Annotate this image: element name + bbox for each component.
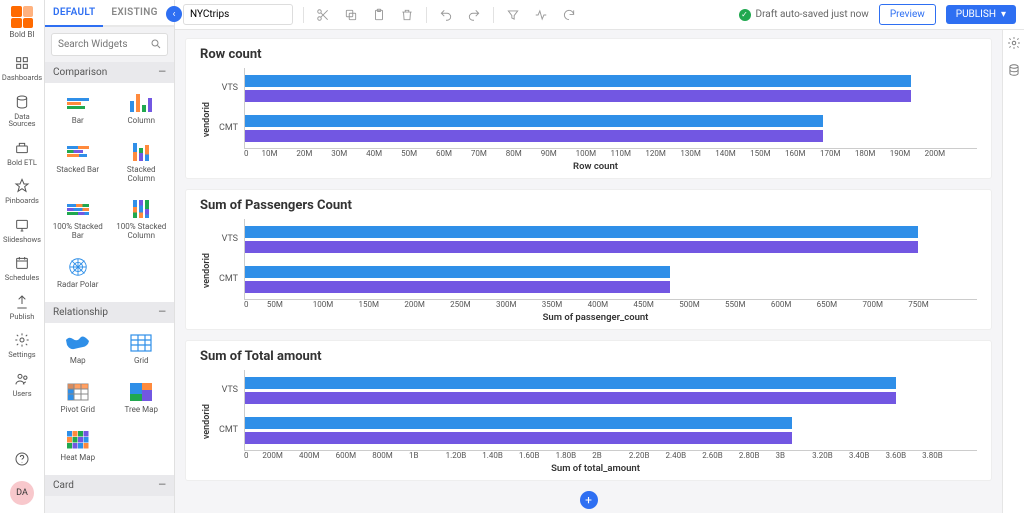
avatar[interactable]: DA bbox=[10, 481, 34, 505]
properties-icon[interactable] bbox=[1007, 36, 1021, 53]
collapse-icon: — bbox=[158, 480, 166, 491]
widget-stacked-bar[interactable]: Stacked Bar bbox=[47, 136, 109, 192]
y-axis-label: vendorid bbox=[200, 253, 214, 288]
x-axis-label: Sum of passenger_count bbox=[214, 312, 977, 323]
bar-series-1 bbox=[245, 115, 823, 127]
tab-default[interactable]: DEFAULT bbox=[45, 0, 103, 27]
widget-panel: DEFAULT EXISTING ‹ Comparison— BarColumnS… bbox=[45, 0, 175, 513]
nav-dashboards[interactable]: Dashboards bbox=[0, 49, 44, 88]
nav-users[interactable]: Users bbox=[0, 365, 44, 404]
widget-map[interactable]: Map bbox=[47, 327, 109, 374]
bar-series-1 bbox=[245, 266, 670, 278]
filter-icon[interactable] bbox=[504, 6, 522, 24]
y-axis-label: vendorid bbox=[200, 102, 214, 137]
chart-title: Sum of Passengers Count bbox=[200, 198, 977, 213]
collapse-icon: — bbox=[158, 307, 166, 318]
chart-row: VTS bbox=[214, 68, 977, 108]
toolbar: ✓ Draft auto-saved just now Preview PUBL… bbox=[175, 0, 1024, 30]
chart-card-1[interactable]: Sum of Passengers Count vendorid VTS CMT… bbox=[185, 189, 992, 330]
widget-column[interactable]: Column bbox=[111, 87, 173, 134]
chart-title: Row count bbox=[200, 47, 977, 62]
paste-icon[interactable] bbox=[370, 6, 388, 24]
theme-icon[interactable] bbox=[532, 6, 550, 24]
cut-icon[interactable] bbox=[314, 6, 332, 24]
right-rail bbox=[1002, 30, 1024, 513]
nav-rail: Bold BI DashboardsData SourcesBold ETLPi… bbox=[0, 0, 45, 513]
section-relationship[interactable]: Relationship— bbox=[45, 302, 174, 323]
panel-tabs: DEFAULT EXISTING ‹ bbox=[45, 0, 174, 27]
main-area: ✓ Draft auto-saved just now Preview PUBL… bbox=[175, 0, 1024, 513]
bar-series-2 bbox=[245, 392, 896, 404]
bar-series-2 bbox=[245, 432, 792, 444]
bar-series-2 bbox=[245, 281, 670, 293]
nav-settings[interactable]: Settings bbox=[0, 326, 44, 365]
x-axis-label: Sum of total_amount bbox=[214, 463, 977, 474]
search-icon[interactable] bbox=[150, 38, 162, 53]
nav-pinboards[interactable]: Pinboards bbox=[0, 172, 44, 211]
widget-100-stacked-bar[interactable]: 100% Stacked Bar bbox=[47, 193, 109, 249]
bar-series-2 bbox=[245, 241, 918, 253]
widget-search bbox=[51, 33, 168, 56]
help-button[interactable] bbox=[0, 445, 44, 473]
data-icon[interactable] bbox=[1007, 63, 1021, 80]
tab-existing[interactable]: EXISTING bbox=[103, 0, 165, 25]
x-axis-label: Row count bbox=[214, 161, 977, 172]
collapse-panel-icon[interactable]: ‹ bbox=[166, 6, 182, 22]
logo bbox=[11, 6, 33, 28]
section-comparison[interactable]: Comparison— bbox=[45, 62, 174, 83]
check-icon: ✓ bbox=[739, 9, 751, 21]
autosave-status: ✓ Draft auto-saved just now bbox=[739, 9, 869, 21]
bar-series-1 bbox=[245, 75, 911, 87]
widget-stacked-column[interactable]: Stacked Column bbox=[111, 136, 173, 192]
add-tab-button[interactable]: + bbox=[580, 491, 598, 509]
chart-row: VTS bbox=[214, 219, 977, 259]
widget-pivot-grid[interactable]: Pivot Grid bbox=[47, 376, 109, 423]
publish-label: PUBLISH bbox=[956, 9, 996, 20]
chart-card-2[interactable]: Sum of Total amount vendorid VTS CMT 020… bbox=[185, 340, 992, 481]
bar-series-1 bbox=[245, 226, 918, 238]
section-card[interactable]: Card— bbox=[45, 475, 174, 496]
nav-bold-etl[interactable]: Bold ETL bbox=[0, 134, 44, 173]
widget-bar[interactable]: Bar bbox=[47, 87, 109, 134]
widget-grid[interactable]: Grid bbox=[111, 327, 173, 374]
chevron-down-icon: ▾ bbox=[1001, 9, 1006, 20]
redo-icon[interactable] bbox=[465, 6, 483, 24]
widget-radar-polar[interactable]: Radar Polar bbox=[47, 251, 109, 298]
nav-slideshows[interactable]: Slideshows bbox=[0, 211, 44, 250]
dashboard-title-input[interactable] bbox=[183, 4, 293, 25]
widget-heat-map[interactable]: Heat Map bbox=[47, 424, 109, 471]
copy-icon[interactable] bbox=[342, 6, 360, 24]
chart-card-0[interactable]: Row count vendorid VTS CMT 010M20M30M40M… bbox=[185, 38, 992, 179]
bar-series-2 bbox=[245, 90, 911, 102]
preview-button[interactable]: Preview bbox=[879, 4, 936, 25]
delete-icon[interactable] bbox=[398, 6, 416, 24]
brand-label: Bold BI bbox=[9, 30, 34, 39]
collapse-icon: — bbox=[158, 67, 166, 78]
bar-series-1 bbox=[245, 377, 896, 389]
chart-row: CMT bbox=[214, 410, 977, 450]
nav-publish[interactable]: Publish bbox=[0, 288, 44, 327]
undo-icon[interactable] bbox=[437, 6, 455, 24]
status-text: Draft auto-saved just now bbox=[756, 9, 869, 20]
widget-100-stacked-column[interactable]: 100% Stacked Column bbox=[111, 193, 173, 249]
nav-data-sources[interactable]: Data Sources bbox=[0, 88, 44, 134]
y-axis-label: vendorid bbox=[200, 404, 214, 439]
x-axis-ticks: 0200M400M600M800M1B1.20B1.40B1.60B1.80B2… bbox=[244, 451, 977, 460]
chart-title: Sum of Total amount bbox=[200, 349, 977, 364]
canvas[interactable]: Row count vendorid VTS CMT 010M20M30M40M… bbox=[175, 30, 1002, 513]
widget-tree-map[interactable]: Tree Map bbox=[111, 376, 173, 423]
bar-series-1 bbox=[245, 417, 792, 429]
chart-row: CMT bbox=[214, 259, 977, 299]
publish-button[interactable]: PUBLISH ▾ bbox=[946, 5, 1016, 24]
x-axis-ticks: 050M100M150M200M250M300M350M400M450M500M… bbox=[244, 300, 977, 309]
chart-row: VTS bbox=[214, 370, 977, 410]
x-axis-ticks: 010M20M30M40M50M60M70M80M90M100M110M120M… bbox=[244, 149, 977, 158]
chart-row: CMT bbox=[214, 108, 977, 148]
nav-schedules[interactable]: Schedules bbox=[0, 249, 44, 288]
refresh-icon[interactable] bbox=[560, 6, 578, 24]
bar-series-2 bbox=[245, 130, 823, 142]
